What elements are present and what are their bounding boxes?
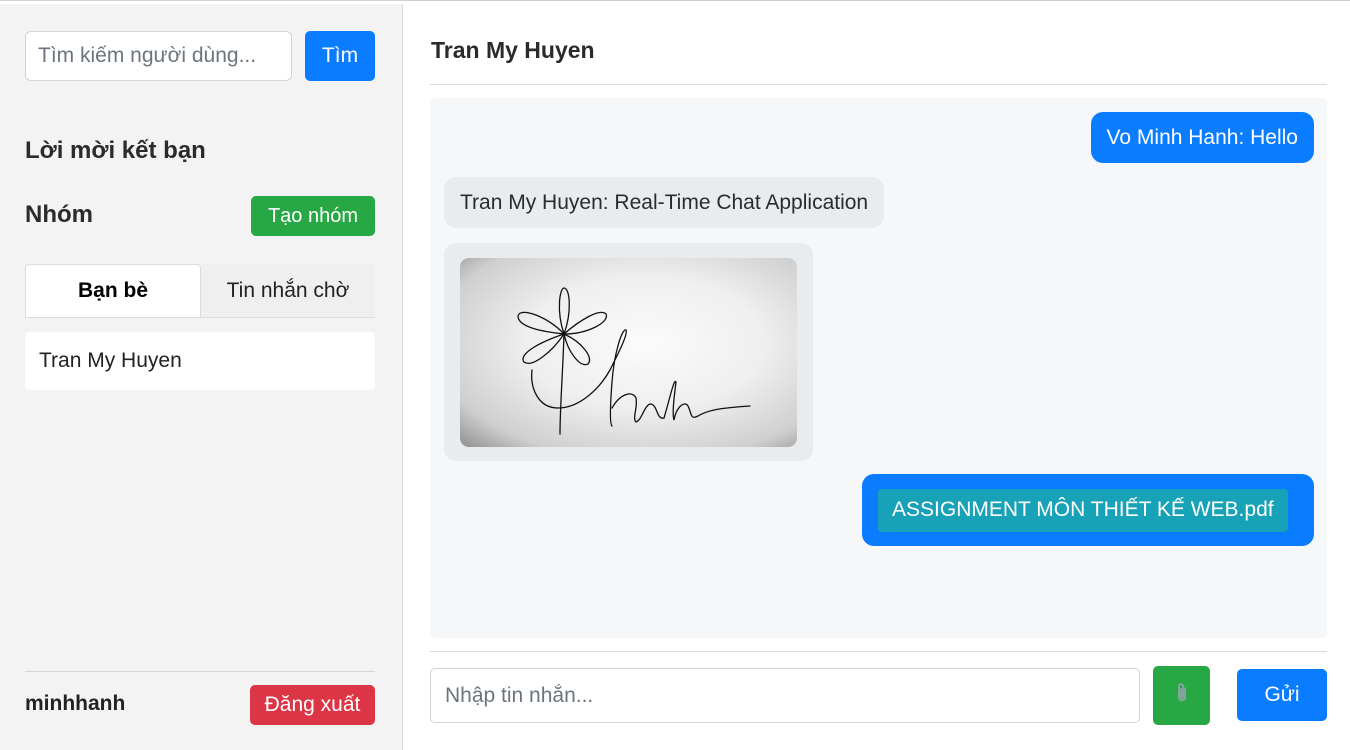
signature-drawing [517,286,751,435]
user-search-input[interactable] [25,31,292,81]
message-input[interactable] [430,668,1140,723]
signature-image[interactable] [460,257,797,447]
friend-requests-heading: Lời mời kết bạn [25,137,206,164]
file-attachment-link[interactable]: ASSIGNMENT MÔN THIẾT KẾ WEB.pdf [878,488,1288,532]
friend-name: Tran My Huyen [39,349,182,372]
create-group-button[interactable]: Tạo nhóm [251,196,375,236]
message-file-bubble: ASSIGNMENT MÔN THIẾT KẾ WEB.pdf [862,474,1314,546]
tab-friends[interactable]: Bạn bè [25,264,201,317]
attach-file-button[interactable] [1153,666,1210,725]
sidebar: Tìm Lời mời kết bạn Nhóm Tạo nhóm Bạn bè… [0,4,403,750]
message-image-bubble [444,243,813,461]
paperclip-icon [1175,682,1189,710]
message-text: Vo Minh Hanh: Hello [1106,125,1298,149]
message-text: Tran My Huyen: Real-Time Chat Applicatio… [460,190,869,214]
search-button[interactable]: Tìm [305,31,375,81]
chat-title: Tran My Huyen [431,37,595,63]
sidebar-footer-divider [25,671,375,672]
chat-header-divider [430,84,1327,85]
tab-pending-messages[interactable]: Tin nhắn chờ [201,264,375,317]
friend-list-item[interactable]: Tran My Huyen [25,332,375,390]
send-button[interactable]: Gửi [1237,669,1327,721]
current-username: minhhanh [25,692,126,715]
message-bubble-outgoing: Vo Minh Hanh: Hello [1090,112,1314,163]
logout-button[interactable]: Đăng xuất [250,685,375,725]
message-list[interactable]: Vo Minh Hanh: Hello Tran My Huyen: Real-… [430,98,1327,638]
sidebar-tabs: Bạn bè Tin nhắn chờ [25,264,375,318]
composer-divider [430,651,1327,652]
message-bubble-incoming: Tran My Huyen: Real-Time Chat Applicatio… [444,177,885,228]
groups-heading: Nhóm [25,201,93,228]
